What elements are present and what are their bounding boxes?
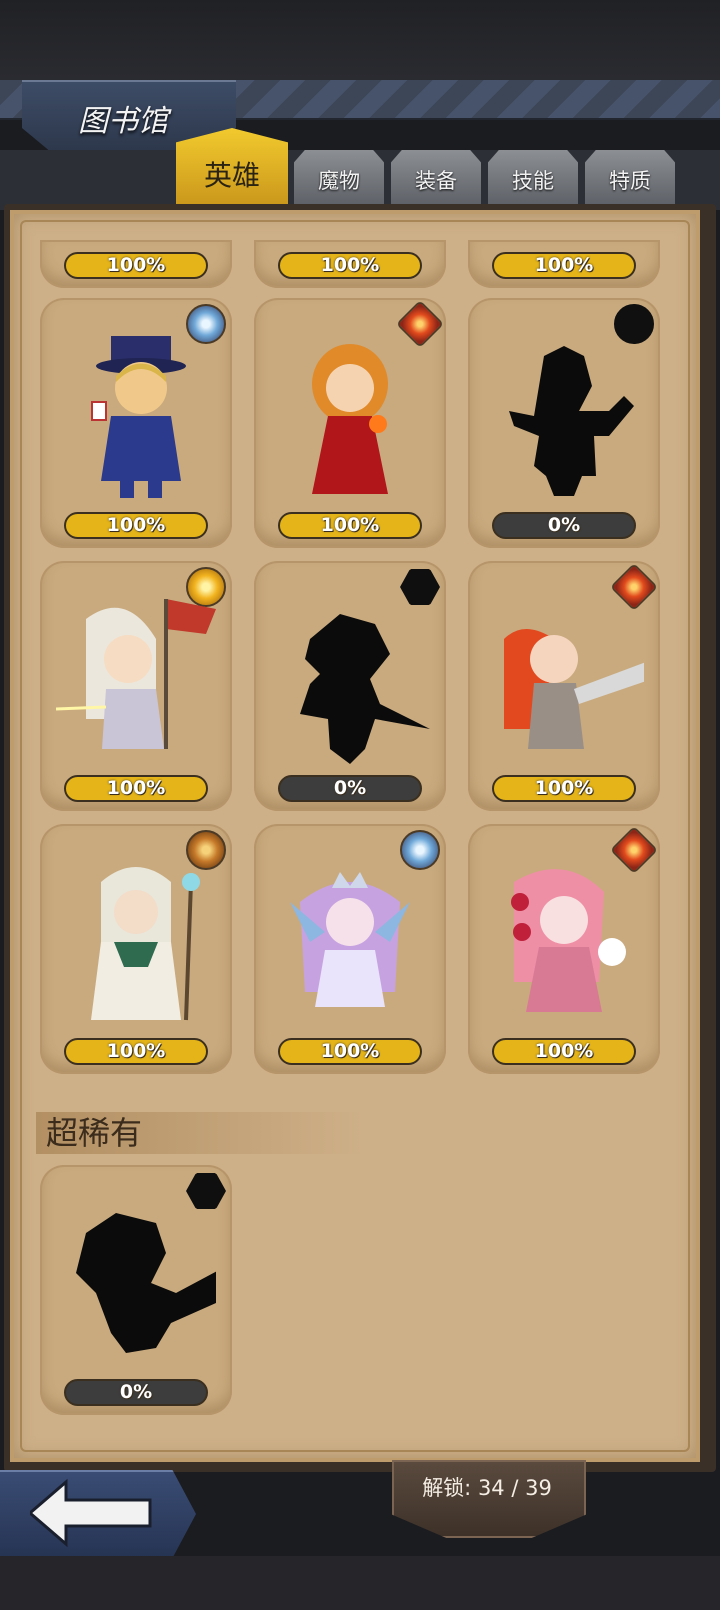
hero-card[interactable]: 100%	[40, 240, 232, 288]
hero-card[interactable]: 100%	[40, 824, 232, 1074]
hero-portrait-drill-lancer	[504, 629, 644, 749]
hero-portrait-ice-princess	[290, 872, 410, 1007]
completion-bar: 100%	[492, 1038, 636, 1065]
hero-card-locked[interactable]: 0%	[254, 561, 446, 811]
hero-card[interactable]: 100%	[40, 298, 232, 548]
hero-portrait-magician	[91, 336, 186, 498]
hero-card[interactable]: 100%	[254, 240, 446, 288]
completion-bar: 100%	[64, 1038, 208, 1065]
completion-bar: 100%	[492, 775, 636, 802]
hero-portrait-fire-mage	[312, 344, 388, 494]
hero-card-locked[interactable]: 0%	[468, 298, 660, 548]
tab-monsters[interactable]: 魔物	[294, 150, 384, 206]
completion-bar: 100%	[64, 512, 208, 539]
hero-card[interactable]: 100%	[468, 561, 660, 811]
hero-card[interactable]: 100%	[254, 824, 446, 1074]
locked-hero-silhouette	[509, 346, 634, 496]
hero-portrait-flag-knight	[56, 599, 216, 749]
completion-bar: 100%	[278, 252, 422, 279]
unlock-counter: 解锁: 34 / 39	[422, 1476, 552, 1500]
completion-bar: 0%	[278, 775, 422, 802]
completion-bar: 0%	[64, 1379, 208, 1406]
hero-card[interactable]: 100%	[40, 561, 232, 811]
tab-skills[interactable]: 技能	[488, 150, 578, 206]
page-title: 图书馆	[78, 104, 168, 139]
top-bar	[0, 0, 720, 80]
locked-hero-silhouette	[76, 1213, 216, 1353]
hero-card-locked[interactable]: 0%	[40, 1165, 232, 1415]
hero-card[interactable]: 100%	[468, 824, 660, 1074]
completion-bar: 100%	[278, 1038, 422, 1065]
completion-bar: 100%	[64, 252, 208, 279]
completion-bar: 100%	[64, 775, 208, 802]
back-arrow-icon	[30, 1478, 152, 1548]
section-title-super-rare: 超稀有	[46, 1114, 143, 1152]
completion-bar: 100%	[278, 512, 422, 539]
bottom-bar	[0, 1556, 720, 1610]
completion-bar: 100%	[492, 252, 636, 279]
completion-bar: 0%	[492, 512, 636, 539]
tab-traits[interactable]: 特质	[585, 150, 675, 206]
hero-card[interactable]: 100%	[468, 240, 660, 288]
tab-equipment[interactable]: 装备	[391, 150, 481, 206]
hero-portrait-rose-maiden	[511, 869, 626, 1012]
tab-heroes[interactable]: 英雄	[176, 128, 288, 208]
hero-portrait-white-sage	[91, 867, 200, 1021]
hero-card[interactable]: 100%	[254, 298, 446, 548]
locked-hero-silhouette	[300, 614, 430, 764]
